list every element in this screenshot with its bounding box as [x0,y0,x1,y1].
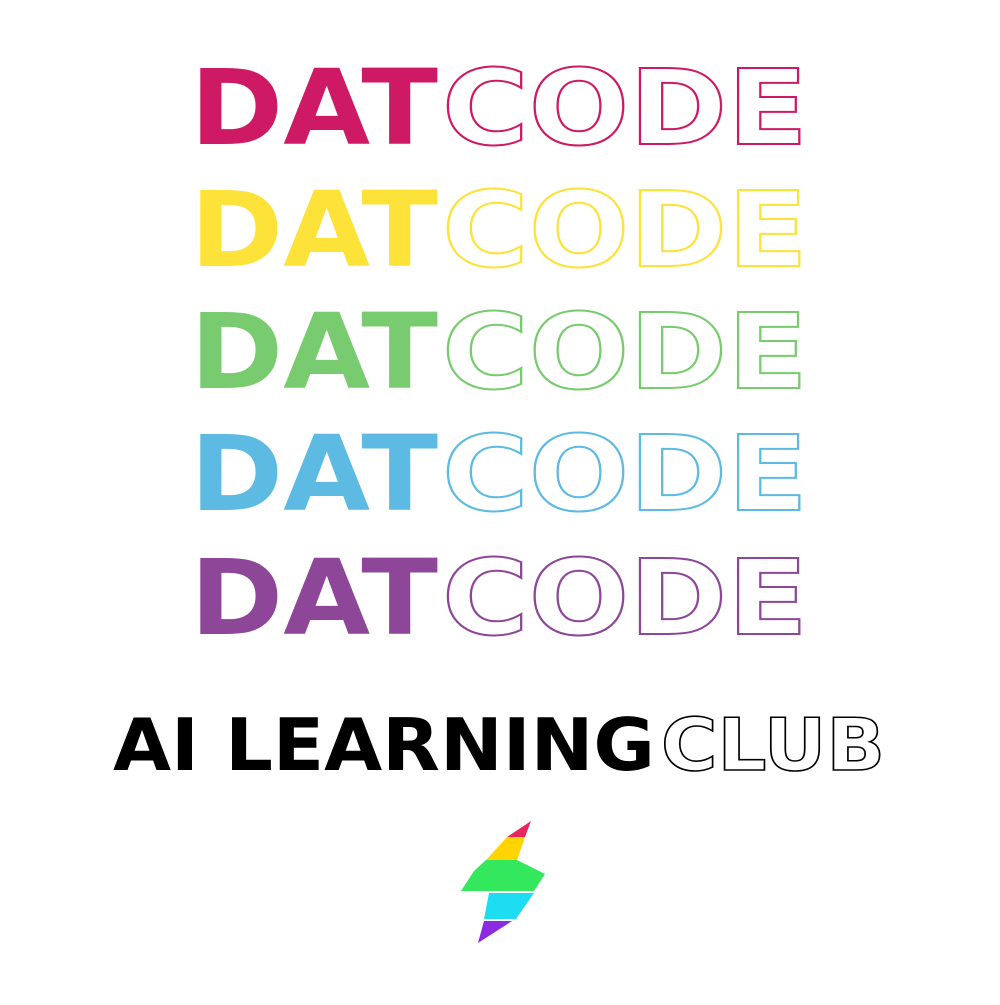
tagline: AI LEARNING CLUB [113,702,886,788]
tagline-solid: AI LEARNING [113,703,655,787]
datcode-row-2-solid: DAT [190,169,438,291]
bolt-segment-purple [478,921,512,943]
bolt-segment-cyan [484,893,534,919]
datcode-row-2-outline: CODE [442,169,808,291]
poster: DAT CODE DAT CODE DAT CODE DAT CODE DAT … [0,0,1000,1000]
datcode-row-3: DAT CODE [190,290,809,414]
datcode-row-5-solid: DAT [190,537,438,659]
datcode-row-3-outline: CODE [442,291,808,413]
datcode-row-4-solid: DAT [190,413,438,535]
poster-canvas: DAT CODE DAT CODE DAT CODE DAT CODE DAT … [113,46,886,943]
bolt-segment-green [461,860,545,891]
bolt-segment-red [507,821,531,837]
datcode-row-4-outline: CODE [442,413,808,535]
tagline-outline: CLUB [661,703,885,787]
lightning-bolt-icon [461,821,545,943]
datcode-row-1-outline: CODE [442,47,808,169]
datcode-row-5-outline: CODE [442,537,808,659]
datcode-row-5: DAT CODE [190,536,809,660]
datcode-row-2: DAT CODE [190,168,809,292]
datcode-row-3-solid: DAT [190,291,438,413]
datcode-row-1-solid: DAT [190,47,438,169]
bolt-segment-yellow [486,837,525,860]
datcode-row-4: DAT CODE [190,412,809,536]
datcode-row-1: DAT CODE [190,46,809,170]
